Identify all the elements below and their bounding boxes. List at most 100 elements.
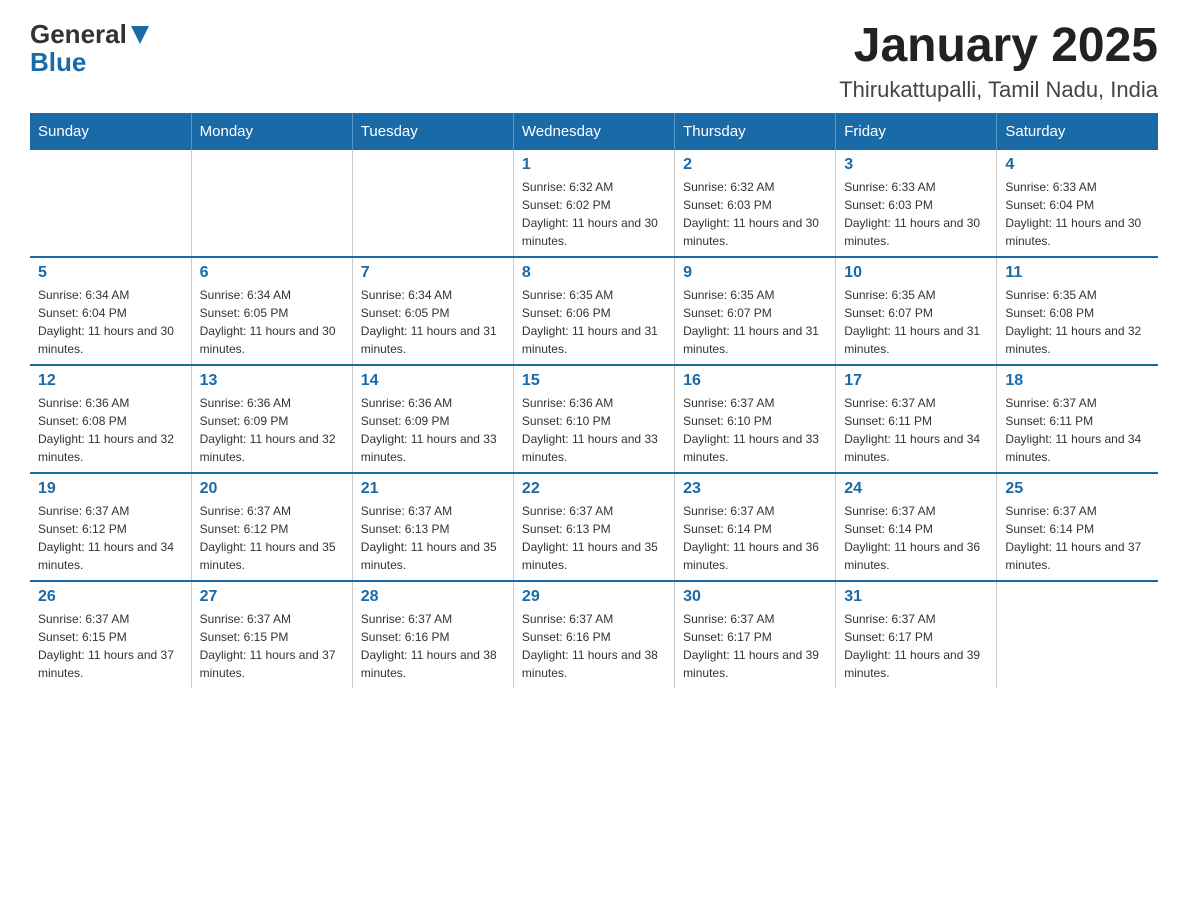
day-info: Sunrise: 6:37 AM Sunset: 6:15 PM Dayligh… (38, 610, 183, 682)
calendar-subtitle: Thirukattupalli, Tamil Nadu, India (839, 77, 1158, 103)
calendar-day-header: Sunday (30, 113, 191, 150)
calendar-cell: 17 Sunrise: 6:37 AM Sunset: 6:11 PM Dayli… (836, 365, 997, 473)
day-number: 30 (683, 588, 827, 606)
calendar-cell: 19 Sunrise: 6:37 AM Sunset: 6:12 PM Dayli… (30, 473, 191, 581)
calendar-cell: 21Sunrise: 6:37 AM Sunset: 6:13 PM Dayli… (352, 473, 513, 581)
calendar-cell: 23 Sunrise: 6:37 AM Sunset: 6:14 PM Dayli… (675, 473, 836, 581)
day-number: 6 (200, 264, 344, 282)
day-info: Sunrise: 6:36 AM Sunset: 6:10 PM Dayligh… (522, 394, 666, 466)
calendar-week-row: 26 Sunrise: 6:37 AM Sunset: 6:15 PM Dayli… (30, 581, 1158, 688)
day-info: Sunrise: 6:35 AM Sunset: 6:07 PM Dayligh… (683, 286, 827, 358)
calendar-cell: 13 Sunrise: 6:36 AM Sunset: 6:09 PM Dayli… (191, 365, 352, 473)
day-number: 19 (38, 480, 183, 498)
day-info: Sunrise: 6:37 AM Sunset: 6:11 PM Dayligh… (844, 394, 988, 466)
day-info: Sunrise: 6:37 AM Sunset: 6:13 PM Dayligh… (522, 502, 666, 574)
day-number: 8 (522, 264, 666, 282)
day-number: 28 (361, 588, 505, 606)
day-number: 31 (844, 588, 988, 606)
day-info: Sunrise: 6:34 AM Sunset: 6:04 PM Dayligh… (38, 286, 183, 358)
calendar-cell: 30 Sunrise: 6:37 AM Sunset: 6:17 PM Dayli… (675, 581, 836, 688)
logo-blue-text: Blue (30, 48, 151, 78)
calendar-cell: 1Sunrise: 6:32 AM Sunset: 6:02 PM Daylig… (513, 150, 674, 257)
day-info: Sunrise: 6:35 AM Sunset: 6:07 PM Dayligh… (844, 286, 988, 358)
day-info: Sunrise: 6:37 AM Sunset: 6:12 PM Dayligh… (38, 502, 183, 574)
day-number: 11 (1005, 264, 1150, 282)
day-number: 20 (200, 480, 344, 498)
day-info: Sunrise: 6:36 AM Sunset: 6:09 PM Dayligh… (200, 394, 344, 466)
day-number: 17 (844, 372, 988, 390)
day-number: 21 (361, 480, 505, 498)
calendar-cell: 20 Sunrise: 6:37 AM Sunset: 6:12 PM Dayli… (191, 473, 352, 581)
calendar-cell (191, 150, 352, 257)
day-info: Sunrise: 6:36 AM Sunset: 6:09 PM Dayligh… (361, 394, 505, 466)
day-number: 9 (683, 264, 827, 282)
day-number: 4 (1005, 156, 1150, 174)
day-number: 12 (38, 372, 183, 390)
calendar-cell (352, 150, 513, 257)
calendar-day-header: Tuesday (352, 113, 513, 150)
calendar-cell: 14Sunrise: 6:36 AM Sunset: 6:09 PM Dayli… (352, 365, 513, 473)
day-number: 3 (844, 156, 988, 174)
day-number: 7 (361, 264, 505, 282)
day-info: Sunrise: 6:37 AM Sunset: 6:14 PM Dayligh… (844, 502, 988, 574)
day-number: 25 (1005, 480, 1150, 498)
calendar-table: SundayMondayTuesdayWednesdayThursdayFrid… (30, 113, 1158, 688)
day-number: 1 (522, 156, 666, 174)
logo-general-text: General (30, 20, 127, 50)
day-info: Sunrise: 6:37 AM Sunset: 6:17 PM Dayligh… (683, 610, 827, 682)
page-header: General Blue January 2025 Thirukattupall… (30, 20, 1158, 103)
calendar-cell: 24 Sunrise: 6:37 AM Sunset: 6:14 PM Dayli… (836, 473, 997, 581)
day-number: 16 (683, 372, 827, 390)
day-info: Sunrise: 6:35 AM Sunset: 6:06 PM Dayligh… (522, 286, 666, 358)
calendar-day-header: Thursday (675, 113, 836, 150)
day-number: 24 (844, 480, 988, 498)
day-info: Sunrise: 6:33 AM Sunset: 6:04 PM Dayligh… (1005, 178, 1150, 250)
day-number: 10 (844, 264, 988, 282)
calendar-week-row: 12 Sunrise: 6:36 AM Sunset: 6:08 PM Dayli… (30, 365, 1158, 473)
day-info: Sunrise: 6:32 AM Sunset: 6:03 PM Dayligh… (683, 178, 827, 250)
day-info: Sunrise: 6:34 AM Sunset: 6:05 PM Dayligh… (200, 286, 344, 358)
calendar-cell: 5Sunrise: 6:34 AM Sunset: 6:04 PM Daylig… (30, 257, 191, 365)
day-info: Sunrise: 6:37 AM Sunset: 6:14 PM Dayligh… (683, 502, 827, 574)
day-info: Sunrise: 6:37 AM Sunset: 6:16 PM Dayligh… (522, 610, 666, 682)
day-info: Sunrise: 6:33 AM Sunset: 6:03 PM Dayligh… (844, 178, 988, 250)
calendar-cell: 29 Sunrise: 6:37 AM Sunset: 6:16 PM Dayli… (513, 581, 674, 688)
calendar-cell: 7 Sunrise: 6:34 AM Sunset: 6:05 PM Daylig… (352, 257, 513, 365)
day-info: Sunrise: 6:37 AM Sunset: 6:16 PM Dayligh… (361, 610, 505, 682)
day-number: 23 (683, 480, 827, 498)
calendar-cell: 18 Sunrise: 6:37 AM Sunset: 6:11 PM Dayli… (997, 365, 1158, 473)
day-info: Sunrise: 6:34 AM Sunset: 6:05 PM Dayligh… (361, 286, 505, 358)
calendar-cell: 28 Sunrise: 6:37 AM Sunset: 6:16 PM Dayli… (352, 581, 513, 688)
day-info: Sunrise: 6:37 AM Sunset: 6:11 PM Dayligh… (1005, 394, 1150, 466)
calendar-cell: 10 Sunrise: 6:35 AM Sunset: 6:07 PM Dayli… (836, 257, 997, 365)
calendar-cell: 2Sunrise: 6:32 AM Sunset: 6:03 PM Daylig… (675, 150, 836, 257)
day-number: 18 (1005, 372, 1150, 390)
calendar-cell (30, 150, 191, 257)
calendar-cell: 6 Sunrise: 6:34 AM Sunset: 6:05 PM Daylig… (191, 257, 352, 365)
day-number: 15 (522, 372, 666, 390)
calendar-week-row: 5Sunrise: 6:34 AM Sunset: 6:04 PM Daylig… (30, 257, 1158, 365)
day-info: Sunrise: 6:37 AM Sunset: 6:10 PM Dayligh… (683, 394, 827, 466)
calendar-header-row: SundayMondayTuesdayWednesdayThursdayFrid… (30, 113, 1158, 150)
day-info: Sunrise: 6:37 AM Sunset: 6:17 PM Dayligh… (844, 610, 988, 682)
calendar-week-row: 1Sunrise: 6:32 AM Sunset: 6:02 PM Daylig… (30, 150, 1158, 257)
day-info: Sunrise: 6:36 AM Sunset: 6:08 PM Dayligh… (38, 394, 183, 466)
calendar-day-header: Friday (836, 113, 997, 150)
day-number: 26 (38, 588, 183, 606)
calendar-day-header: Wednesday (513, 113, 674, 150)
day-info: Sunrise: 6:35 AM Sunset: 6:08 PM Dayligh… (1005, 286, 1150, 358)
calendar-title-block: January 2025 Thirukattupalli, Tamil Nadu… (839, 20, 1158, 103)
day-info: Sunrise: 6:37 AM Sunset: 6:15 PM Dayligh… (200, 610, 344, 682)
calendar-cell: 8 Sunrise: 6:35 AM Sunset: 6:06 PM Daylig… (513, 257, 674, 365)
calendar-cell: 25 Sunrise: 6:37 AM Sunset: 6:14 PM Dayli… (997, 473, 1158, 581)
logo: General Blue (30, 20, 151, 78)
day-number: 13 (200, 372, 344, 390)
calendar-cell: 4 Sunrise: 6:33 AM Sunset: 6:04 PM Daylig… (997, 150, 1158, 257)
calendar-cell: 9 Sunrise: 6:35 AM Sunset: 6:07 PM Daylig… (675, 257, 836, 365)
calendar-cell: 12 Sunrise: 6:36 AM Sunset: 6:08 PM Dayli… (30, 365, 191, 473)
calendar-cell: 15 Sunrise: 6:36 AM Sunset: 6:10 PM Dayli… (513, 365, 674, 473)
day-info: Sunrise: 6:37 AM Sunset: 6:12 PM Dayligh… (200, 502, 344, 574)
calendar-day-header: Monday (191, 113, 352, 150)
day-info: Sunrise: 6:37 AM Sunset: 6:14 PM Dayligh… (1005, 502, 1150, 574)
day-number: 29 (522, 588, 666, 606)
